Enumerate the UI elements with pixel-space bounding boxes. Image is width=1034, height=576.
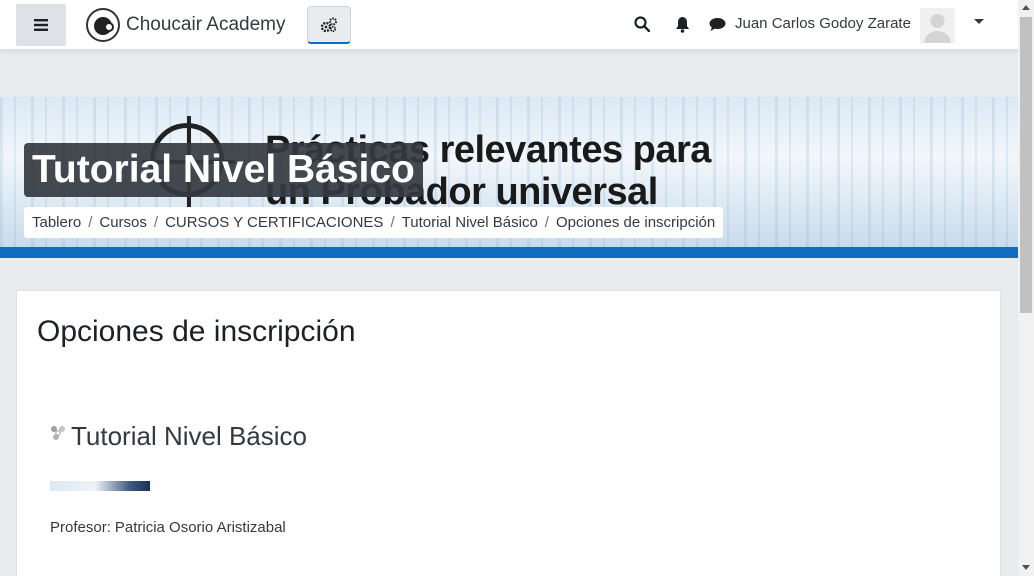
breadcrumb-separator: / [88,214,93,231]
course-teacher: Profesor: Patricia Osorio Aristizabal [50,519,286,536]
user-name[interactable]: Juan Carlos Godoy Zarate [735,15,911,32]
scrollbar-thumb[interactable] [1020,17,1032,313]
breadcrumb-current[interactable]: Opciones de inscripción [556,214,715,231]
page-scrollbar[interactable] [1018,0,1034,576]
site-name: Choucair Academy [126,14,286,35]
course-image-thumbnail [50,481,150,491]
default-user-icon [920,8,955,43]
scroll-up-arrow-icon[interactable] [1022,5,1030,10]
teacher-label: Profesor: [50,519,111,536]
teacher-name-link[interactable]: Patricia Osorio Aristizabal [115,519,286,536]
notifications-button[interactable] [672,14,692,34]
breadcrumb-course[interactable]: Tutorial Nivel Básico [402,214,538,231]
top-navbar: Choucair Academy Juan Carlos Godoy Zarat… [0,0,1018,50]
bell-icon [675,16,689,33]
breadcrumb: Tablero / Cursos / CURSOS Y CERTIFICACIO… [24,207,724,238]
main-content-card: Opciones de inscripción Tutorial Nivel B… [16,290,1001,576]
breadcrumb-category[interactable]: CURSOS Y CERTIFICACIONES [165,214,383,231]
breadcrumb-separator: / [544,214,549,231]
search-button[interactable] [632,14,652,34]
scroll-down-arrow-icon[interactable] [1022,565,1030,570]
search-icon [634,16,650,32]
breadcrumb-dashboard[interactable]: Tablero [32,214,81,231]
caret-down-icon[interactable] [974,19,984,24]
course-name-link[interactable]: Tutorial Nivel Básico [71,421,307,452]
site-logo [86,8,120,42]
site-brand-link[interactable]: Choucair Academy [86,8,285,42]
breadcrumb-separator: / [390,214,395,231]
site-admin-button[interactable] [307,6,351,44]
breadcrumb-courses[interactable]: Cursos [99,214,147,231]
cogs-icon [320,17,337,32]
header-accent-bar [0,247,1018,258]
main-heading: Opciones de inscripción [37,315,356,348]
page-title: Tutorial Nivel Básico [24,143,423,197]
messages-button[interactable] [707,14,727,34]
user-avatar[interactable] [920,8,955,43]
breadcrumb-separator: / [153,214,159,231]
drawer-toggle-button[interactable] [16,4,66,46]
course-category-icon [51,426,65,440]
comment-icon [709,17,725,31]
hamburger-icon [34,19,48,31]
